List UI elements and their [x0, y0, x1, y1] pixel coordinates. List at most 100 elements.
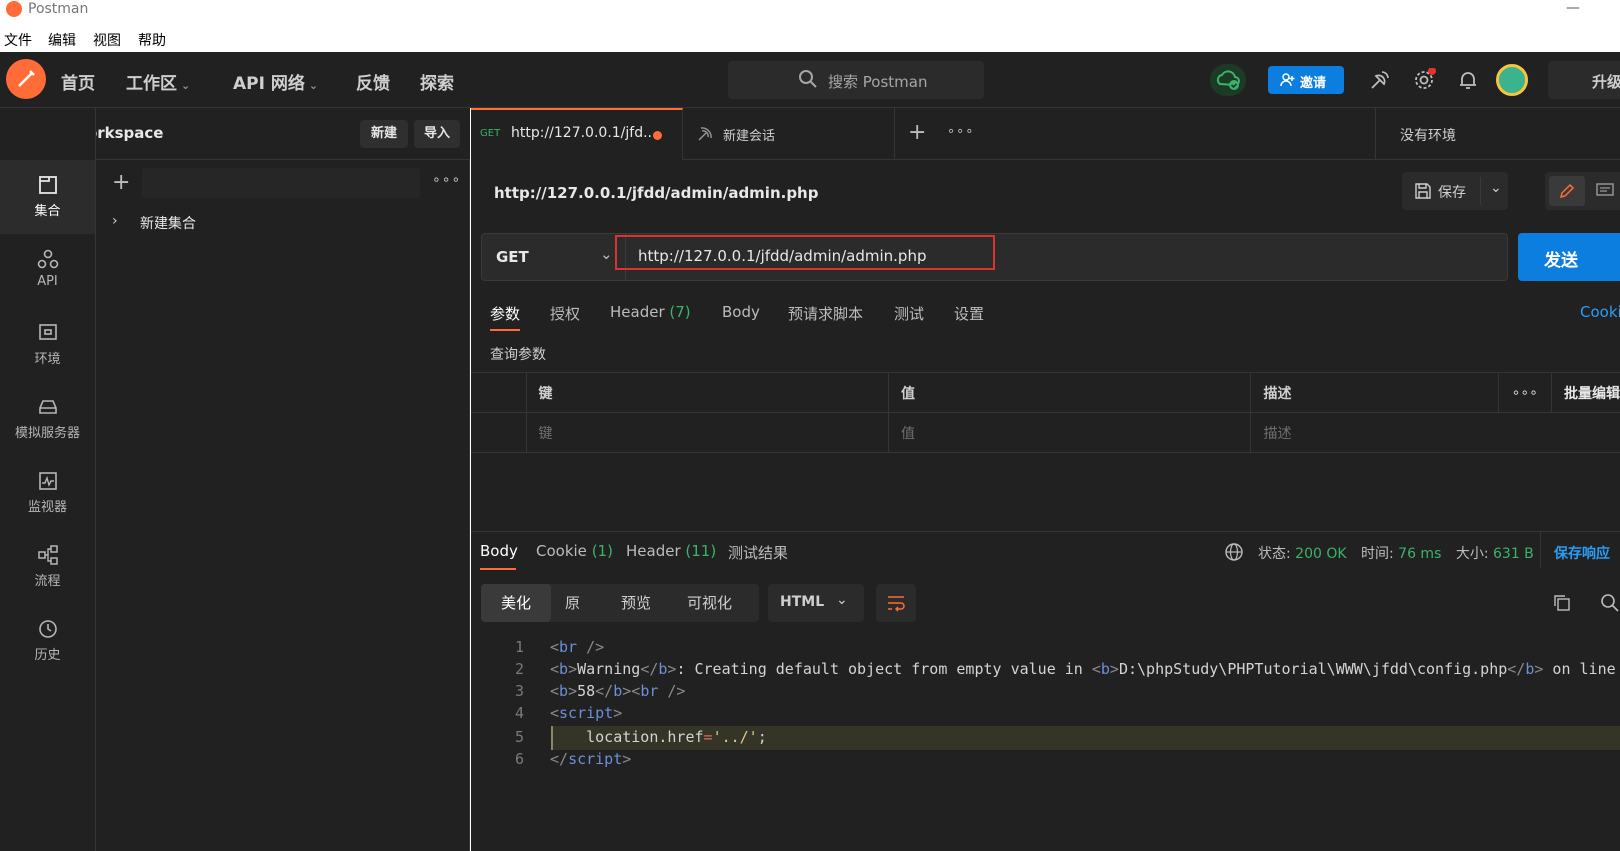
nav-explore[interactable]: 探索 [420, 69, 454, 94]
tab-settings[interactable]: 设置 [954, 303, 984, 324]
sidebar-item-environments[interactable]: 环境 [0, 308, 95, 382]
new-button[interactable]: 新建 [360, 120, 408, 148]
description-input[interactable]: 描述 [1250, 412, 1620, 453]
window-title: Postman [28, 1, 89, 17]
sidebar-item-label: API [37, 274, 58, 289]
tab-headers[interactable]: Header (7) [610, 303, 691, 321]
request-name[interactable]: http://127.0.0.1/jfdd/admin/admin.php [494, 184, 818, 202]
tab-request-active[interactable]: GET http://127.0.0.1/jfd... [471, 108, 683, 160]
new-tab-icon[interactable]: + [908, 120, 926, 145]
monitor-icon [38, 472, 57, 490]
collection-search-input[interactable] [142, 168, 420, 198]
nav-feedback[interactable]: 反馈 [356, 69, 390, 94]
code-token: location.href [586, 728, 704, 746]
cookies-count: (1) [591, 542, 613, 560]
api-icon [37, 249, 58, 269]
nav-api-network[interactable]: API 网络 ⌄ [233, 69, 318, 94]
sidebar-item-label: 流程 [34, 574, 61, 589]
sidebar-item-collections[interactable]: 集合 [0, 160, 95, 234]
cookies-link[interactable]: Cookie [1580, 303, 1620, 321]
response-tab-headers[interactable]: Header (11) [626, 542, 716, 560]
format-select[interactable]: HTML ⌄ [768, 584, 864, 622]
line-number: 4 [514, 704, 524, 722]
bulk-edit-button[interactable]: 批量编辑 [1551, 372, 1620, 413]
edit-pencil-icon[interactable] [1549, 176, 1585, 206]
menu-edit[interactable]: 编辑 [48, 30, 76, 50]
more-options-icon[interactable]: ∘∘∘ [1497, 372, 1553, 413]
more-tabs-icon[interactable]: ∘∘∘ [947, 124, 974, 139]
tab-pre-request-script[interactable]: 预请求脚本 [788, 303, 863, 324]
wrap-lines-button[interactable] [876, 584, 916, 622]
value-input[interactable]: 值 [887, 412, 1252, 453]
tab-new-session[interactable]: 新建会话 [683, 108, 895, 160]
sidebar-item-label: 环境 [34, 352, 61, 367]
code-line: 4 <script> [500, 702, 622, 724]
notification-bell-icon[interactable] [1456, 68, 1480, 92]
active-tab-indicator [490, 329, 520, 331]
sidebar-item-api[interactable]: API [0, 234, 95, 308]
minimize-button[interactable]: — [1566, 0, 1580, 16]
search-icon[interactable] [1600, 593, 1620, 617]
app-header: 首页 工作区 ⌄ API 网络 ⌄ 反馈 探索 搜索 Postman 邀请 升级 [0, 52, 1620, 108]
code-token: : Creating default object from empty val… [676, 660, 1092, 678]
cloud-sync-icon[interactable] [1210, 64, 1246, 96]
nav-workspaces[interactable]: 工作区 ⌄ [126, 69, 190, 94]
save-label: 保存 [1438, 185, 1466, 201]
satellite-icon[interactable] [1368, 68, 1392, 92]
environment-selector[interactable]: 没有环境 [1375, 108, 1620, 160]
request-tabs: GET http://127.0.0.1/jfd... 新建会话 + ∘∘∘ 没… [471, 108, 1620, 160]
view-mode-pretty[interactable]: 美化 [481, 584, 551, 622]
import-button[interactable]: 导入 [414, 120, 460, 148]
drag-column [471, 412, 527, 453]
menu-help[interactable]: 帮助 [138, 30, 166, 50]
menu-file[interactable]: 文件 [4, 30, 32, 50]
response-tab-cookies[interactable]: Cookie (1) [536, 542, 613, 560]
active-tab-indicator [480, 568, 516, 570]
chevron-down-icon: ⌄ [181, 79, 191, 92]
menu-view[interactable]: 视图 [93, 30, 121, 50]
tab-body[interactable]: Body [722, 303, 760, 321]
tab-tests[interactable]: 测试 [894, 303, 924, 324]
comment-icon[interactable] [1595, 182, 1615, 204]
collection-name[interactable]: 新建集合 [140, 213, 196, 233]
send-label: 发送 [1544, 251, 1578, 271]
settings-gear-icon[interactable] [1412, 67, 1436, 92]
sidebar-item-monitors[interactable]: 监视器 [0, 456, 95, 530]
column-header-key: 键 [525, 372, 890, 413]
more-options-icon[interactable]: ∘∘∘ [432, 172, 461, 188]
method-select[interactable]: GET ⌄ [482, 234, 626, 280]
send-button[interactable]: 发送 [1518, 233, 1620, 281]
sidebar-item-mock-servers[interactable]: 模拟服务器 [0, 382, 95, 456]
user-avatar[interactable] [1496, 64, 1528, 96]
sidebar-item-flows[interactable]: 流程 [0, 530, 95, 604]
copy-icon[interactable] [1552, 593, 1572, 617]
chevron-right-icon[interactable]: › [112, 213, 118, 229]
save-button[interactable]: 保存 ⌄ [1402, 172, 1508, 210]
query-params-title: 查询参数 [490, 347, 546, 363]
nav-home[interactable]: 首页 [61, 69, 95, 94]
save-response-button[interactable]: 保存响应 [1554, 543, 1610, 563]
add-icon[interactable]: + [112, 170, 130, 195]
view-mode-preview[interactable]: 预览 [621, 584, 651, 622]
time-label: 时间: [1361, 546, 1394, 562]
tab-params[interactable]: 参数 [490, 303, 520, 331]
key-input[interactable]: 键 [525, 412, 890, 453]
invite-label: 邀请 [1300, 76, 1327, 91]
history-icon [38, 620, 57, 638]
view-mode-visualize[interactable]: 可视化 [687, 584, 732, 622]
tab-authorization[interactable]: 授权 [550, 303, 580, 324]
view-mode-raw[interactable]: 原 [565, 584, 580, 622]
flow-icon [37, 545, 58, 565]
response-tab-body[interactable]: Body [480, 542, 518, 570]
postman-logo-icon[interactable] [6, 59, 46, 99]
sidebar-item-history[interactable]: 历史 [0, 604, 95, 678]
response-tab-test-results[interactable]: 测试结果 [728, 542, 788, 563]
line-number: 3 [514, 682, 524, 700]
globe-icon[interactable] [1224, 542, 1244, 566]
line-number: 5 [514, 728, 524, 746]
upgrade-button[interactable]: 升级 [1548, 61, 1620, 99]
code-token: 58 [577, 682, 596, 700]
invite-button[interactable]: 邀请 [1268, 66, 1344, 94]
chevron-down-icon[interactable]: ⌄ [1490, 180, 1502, 196]
search-input[interactable]: 搜索 Postman [728, 61, 984, 99]
